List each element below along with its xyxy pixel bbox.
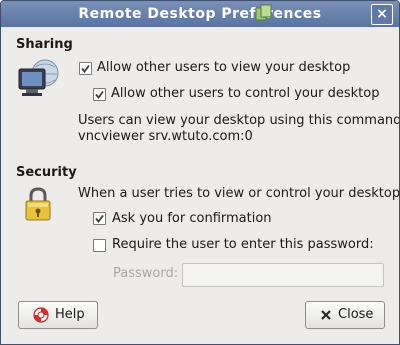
title-bar[interactable]: Remote Desktop Preferences × <box>1 1 399 27</box>
move-cursor-icon <box>255 4 272 21</box>
security-heading: Security <box>16 165 77 180</box>
help-button-label: Help <box>55 307 85 322</box>
allow-view-label[interactable]: Allow other users to view your desktop <box>97 60 350 75</box>
require-password-checkbox[interactable] <box>93 239 106 252</box>
window-title: Remote Desktop Preferences <box>78 6 322 22</box>
require-password-label[interactable]: Require the user to enter this password: <box>112 237 374 252</box>
ask-confirmation-label[interactable]: Ask you for confirmation <box>112 211 272 226</box>
password-label: Password: <box>113 266 179 281</box>
allow-control-label[interactable]: Allow other users to control your deskto… <box>111 86 379 101</box>
preferences-window: Remote Desktop Preferences × Sharing All… <box>0 0 400 345</box>
close-icon <box>321 310 331 320</box>
window-close-button[interactable]: × <box>371 4 393 25</box>
allow-control-checkbox[interactable] <box>93 88 106 101</box>
padlock-icon <box>25 187 51 221</box>
close-button[interactable]: Close <box>305 301 385 329</box>
command-hint: Users can view your desktop using this c… <box>78 113 400 128</box>
password-field[interactable] <box>182 263 384 287</box>
security-prompt: When a user tries to view or control you… <box>78 186 400 201</box>
vnc-command: vncviewer srv.wtuto.com:0 <box>78 129 253 144</box>
remote-desktop-icon <box>18 59 59 96</box>
allow-view-checkbox[interactable] <box>79 62 92 75</box>
sharing-heading: Sharing <box>16 37 73 52</box>
help-button[interactable]: Help <box>18 301 98 329</box>
lifebuoy-icon <box>33 307 49 323</box>
ask-confirmation-checkbox[interactable] <box>93 212 106 225</box>
close-button-label: Close <box>338 307 374 322</box>
